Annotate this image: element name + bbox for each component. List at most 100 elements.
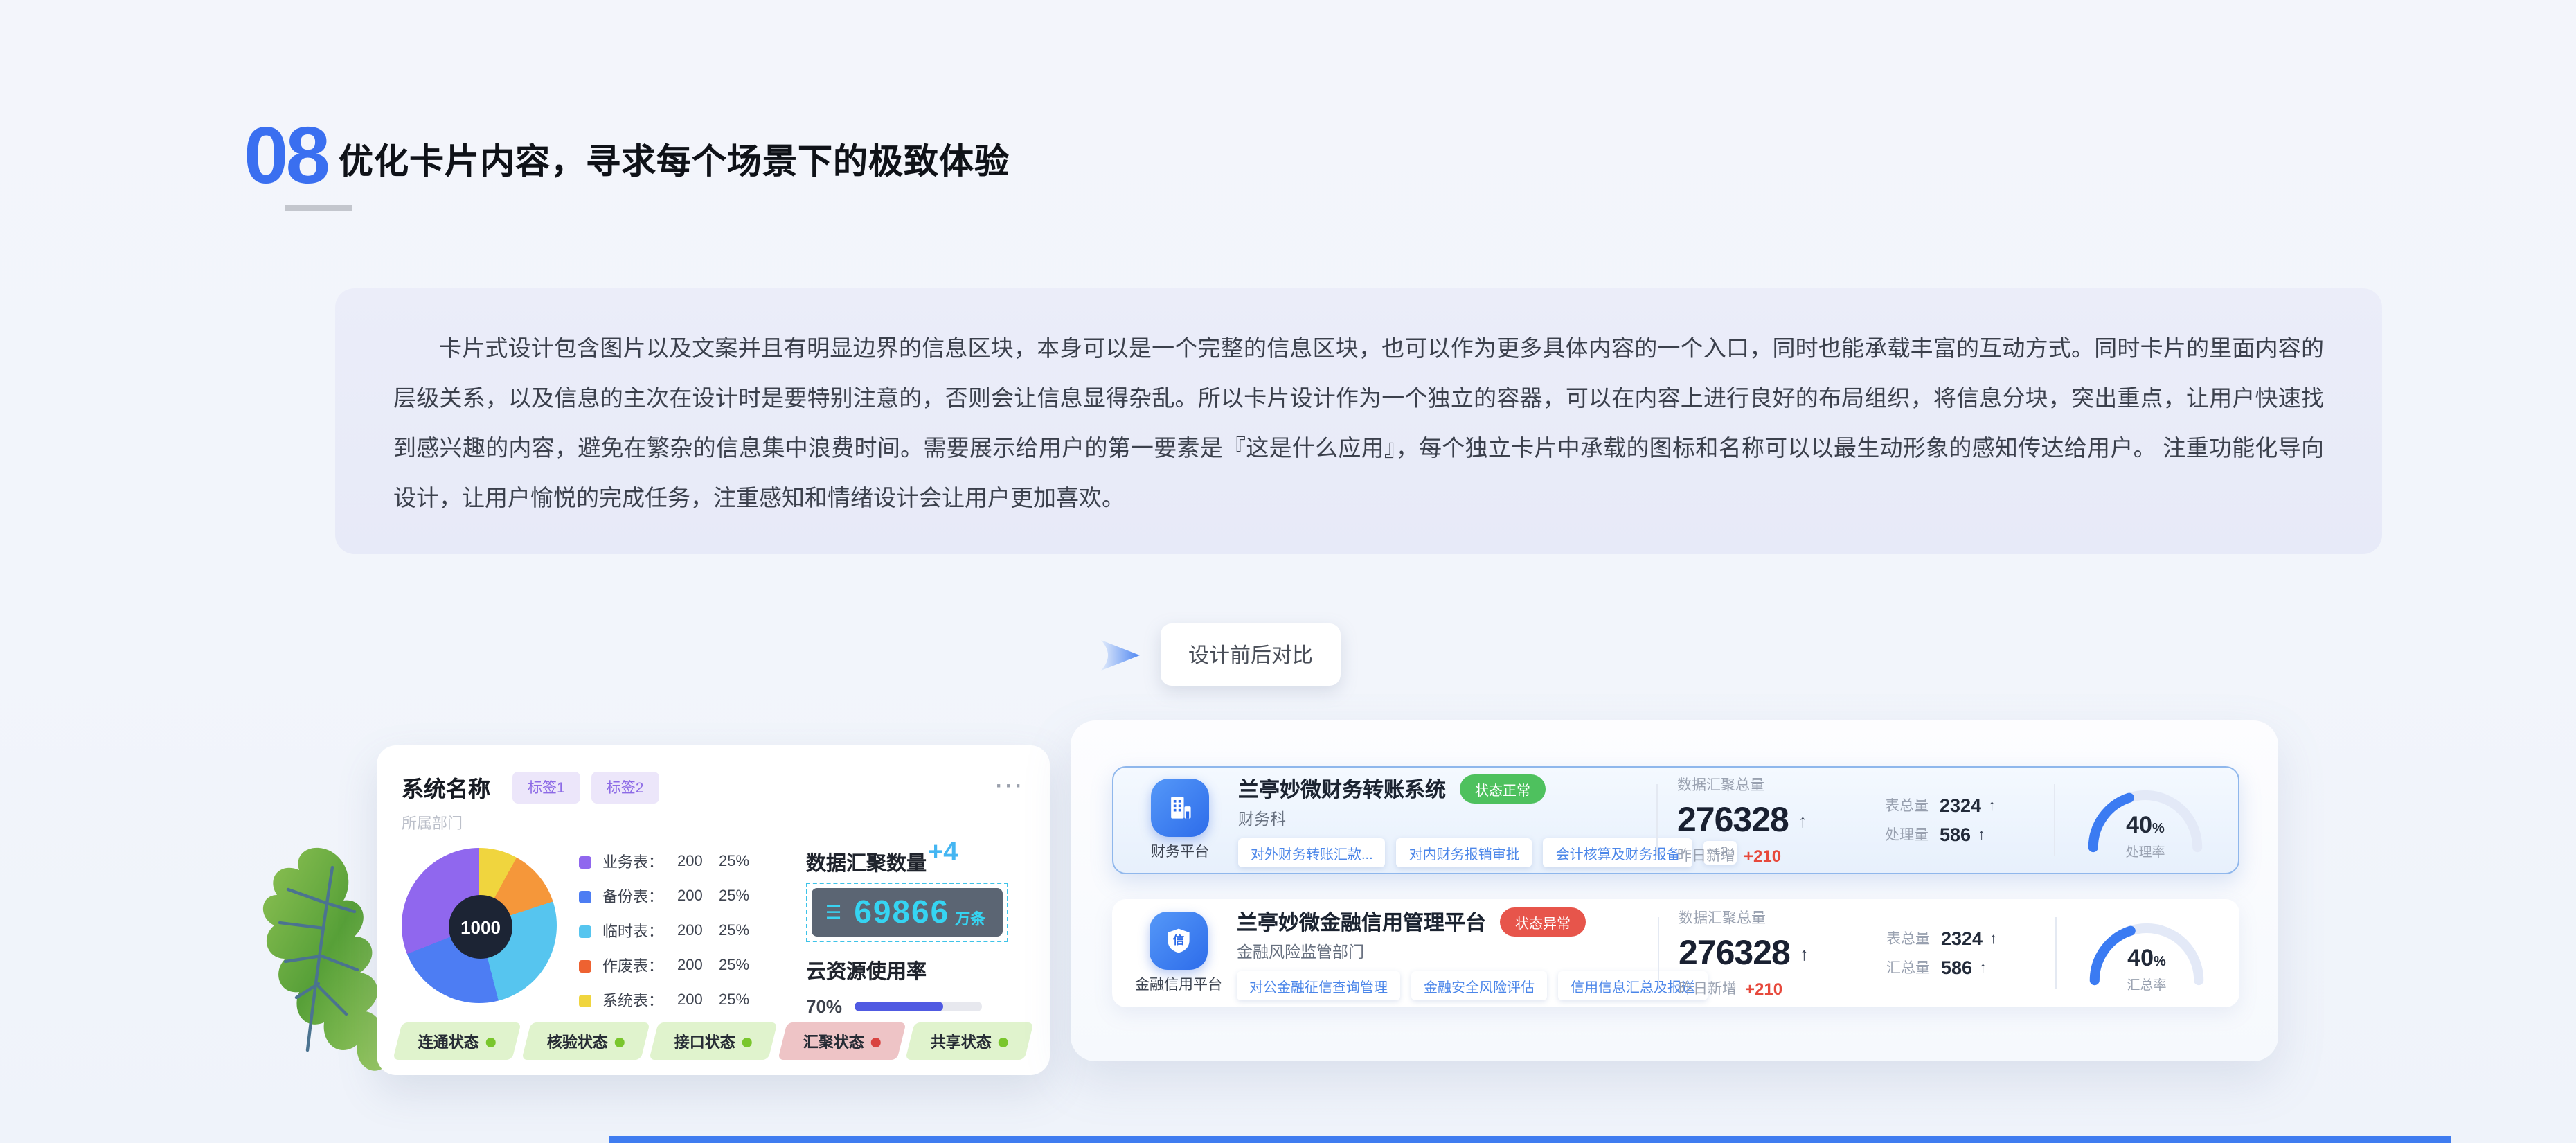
tag-pill: 标签1 [512,771,580,803]
pie-legend: 业务表： 200 25% 备份表： 200 25% 临时表： 200 25% [579,848,789,1024]
cloud-usage-bar [855,1002,982,1011]
metric-label: 表总量 [1885,795,1929,816]
feature-tag: 对内财务报销审批 [1397,838,1532,867]
feature-tag: 对外财务转账汇款... [1238,838,1386,867]
agg-value: 69866 [854,894,949,931]
department-label: 所属部门 [402,812,1025,834]
total-label: 数据汇聚总量 [1679,907,1884,928]
up-arrow-icon: ↑ [1978,826,1985,843]
selected-value-box[interactable]: ☰ 69866 万条 [806,883,1008,942]
status-badge-error: 状态异常 [1500,907,1586,936]
metric-value: 586 [1940,824,1971,845]
status-badges-row: 连通状态 核验状态 接口状态 汇聚状态 共享状态 [397,1022,1029,1060]
app-department: 金融风险监管部门 [1237,940,1638,962]
compare-button[interactable]: 设计前后对比 [1161,623,1341,686]
gauge-label: 汇总率 [2076,974,2217,993]
agg-unit: 万条 [955,907,985,929]
legend-item: 业务表： 200 25% [579,851,789,873]
list-icon: ☰ [825,901,841,923]
after-design-panel: 财务平台 兰亭妙微财务转账系统 状态正常 财务科 对外财务转账汇款... 对内财… [1071,720,2278,1061]
cloud-usage-bar-fill [855,1002,944,1011]
metric-label: 处理量 [1885,824,1929,845]
gauge-processing-rate: 40% 处理率 [2075,776,2216,865]
status-badge: 连通状态 [393,1022,521,1060]
legend-swatch [579,994,591,1007]
feature-tag: 会计核算及财务报备 [1544,838,1693,867]
pie-chart: 1000 [402,848,560,1006]
gauge-label: 处理率 [2075,841,2216,860]
app-card-credit[interactable]: 信 金融信用平台 兰亭妙微金融信用管理平台 状态异常 金融风险监管部门 对公金融… [1112,899,2239,1007]
platform-label: 金融信用平台 [1134,974,1223,995]
intro-panel: 卡片式设计包含图片以及文案并且有明显边界的信息区块，本身可以是一个完整的信息区块… [335,288,2382,554]
legend-item: 备份表： 200 25% [579,885,789,907]
total-value: 276328 [1679,934,1790,974]
section-underline [285,205,352,211]
feature-tag: 对公金融征信查询管理 [1237,971,1400,1000]
status-dot-green [486,1036,496,1046]
legend-item: 作废表： 200 25% [579,955,789,977]
section-number: 08 [244,116,328,197]
legend-item: 系统表： 200 25% [579,989,789,1011]
metric-value: 586 [1941,957,1972,978]
agg-value-box: ☰ 69866 万条 [812,888,1002,937]
status-badge: 接口状态 [650,1022,778,1060]
intro-text: 卡片式设计包含图片以及文案并且有明显边界的信息区块，本身可以是一个完整的信息区块… [393,324,2324,524]
total-label: 数据汇聚总量 [1677,774,1882,795]
app-tags: 对外财务转账汇款... 对内财务报销审批 会计核算及财务报备 +2 [1238,838,1637,867]
status-badge: 共享状态 [906,1022,1034,1060]
divider [2055,917,2057,989]
up-arrow-icon: ↑ [1988,797,1996,814]
app-tags: 对公金融征信查询管理 金融安全风险评估 信用信息汇总及报送 [1237,971,1638,1000]
status-badge: 核验状态 [521,1022,649,1060]
divider [2054,784,2055,856]
more-menu-icon[interactable]: ··· [996,782,1025,792]
up-arrow-icon: ↑ [1798,810,1807,831]
svg-text:信: 信 [1173,933,1185,947]
before-card-stats: 数据汇聚数量 +4 ☰ 69866 万条 云资源使用率 70% [806,848,1025,1024]
app-title: 兰亭妙微金融信用管理平台 [1237,907,1486,936]
shield-credit-icon: 信 [1150,912,1208,970]
system-name-title: 系统名称 [402,770,490,804]
building-icon [1151,779,1209,837]
app-title: 兰亭妙微财务转账系统 [1238,774,1446,803]
before-design-card: 系统名称 标签1 标签2 ··· 所属部门 1000 业务表： 200 25% [377,745,1050,1075]
app-card-finance[interactable]: 财务平台 兰亭妙微财务转账系统 状态正常 财务科 对外财务转账汇款... 对内财… [1112,766,2239,874]
gauge-summary-rate: 40% 汇总率 [2076,909,2217,998]
up-arrow-icon: ↑ [1979,959,1987,976]
divider [1658,917,1659,989]
metric-label: 表总量 [1886,928,1930,949]
total-value: 276328 [1677,801,1789,841]
app-department: 财务科 [1238,807,1637,829]
yesterday-label: 昨日新增 [1677,845,1735,866]
legend-swatch [579,890,591,903]
feature-tag: 金融安全风险评估 [1411,971,1547,1000]
legend-swatch [579,856,591,868]
section-heading: 08 优化卡片内容，寻求每个场景下的极致体验 [244,116,1010,197]
section-number-text: 08 [244,111,328,201]
agg-count-label: 数据汇聚数量 [806,848,927,877]
cloud-usage-percent: 70% [806,996,842,1017]
arrow-right-icon [1097,632,1150,677]
status-badge-error: 汇聚状态 [778,1022,906,1060]
status-badge-normal: 状态正常 [1460,774,1546,803]
platform-label: 财务平台 [1136,841,1224,862]
yesterday-delta: +210 [1745,979,1782,998]
divider [1656,784,1658,856]
status-dot-green [614,1036,624,1046]
leaf-decoration [255,842,388,1086]
metric-value: 2324 [1940,795,1981,816]
next-section-edge [609,1136,2451,1143]
up-arrow-icon: ↑ [1800,943,1809,964]
status-dot-green [999,1036,1008,1046]
legend-swatch [579,925,591,937]
status-dot-red [870,1036,880,1046]
status-dot-green [742,1036,752,1046]
up-arrow-icon: ↑ [1989,930,1997,947]
legend-item: 临时表： 200 25% [579,920,789,942]
compare-row: 设计前后对比 [1097,623,1341,686]
pie-center-total: 1000 [449,895,512,959]
agg-delta: +4 [928,838,958,869]
tag-pill: 标签2 [591,771,659,803]
page: 08 优化卡片内容，寻求每个场景下的极致体验 卡片式设计包含图片以及文案并且有明… [0,0,2576,1143]
yesterday-label: 昨日新增 [1679,978,1737,999]
